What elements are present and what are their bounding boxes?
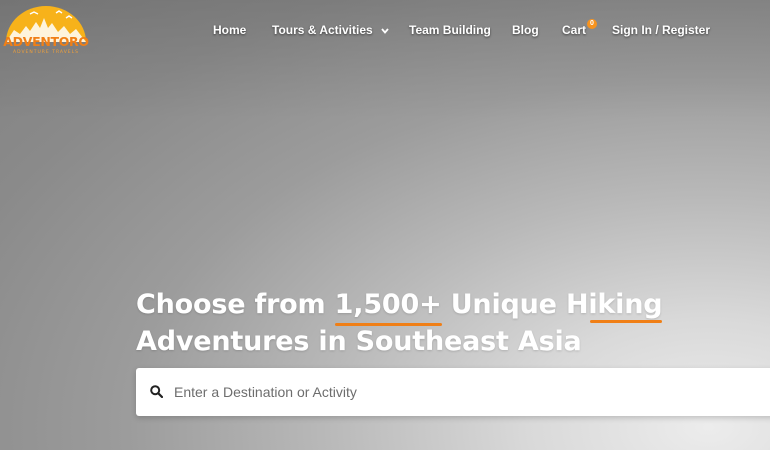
nav-tours-label: Tours & Activities	[272, 23, 373, 37]
nav-tours-activities[interactable]: Tours & Activities	[272, 22, 389, 38]
hero-headline: Choose from 1,500+ Unique Hiking Adventu…	[136, 286, 696, 360]
headline-hiking-text: iking	[588, 289, 663, 320]
headline-text-start: Choose from	[136, 289, 335, 320]
headline-highlight-hiking: iking	[588, 289, 663, 323]
logo-tagline: ADVENTURE TRAVELS	[13, 50, 79, 55]
site-logo[interactable]: ADVENTORO ADVENTURE TRAVELS	[0, 4, 96, 58]
nav-home[interactable]: Home	[213, 22, 246, 38]
search-icon[interactable]	[150, 385, 163, 398]
nav-sign-in-register[interactable]: Sign In / Register	[612, 22, 710, 38]
chevron-down-icon	[381, 28, 389, 34]
nav-blog[interactable]: Blog	[512, 22, 539, 38]
header-shade	[0, 0, 770, 120]
cart-count-badge: 0	[587, 19, 597, 29]
logo-wordmark: ADVENTORO	[3, 34, 89, 49]
headline-highlight-count: 1,500+	[334, 286, 442, 326]
search-input[interactable]	[174, 368, 754, 416]
headline-line-2: Adventures in Southeast Asia	[136, 326, 582, 357]
headline-underline	[590, 320, 663, 323]
search-bar	[136, 368, 770, 416]
headline-text-mid: Unique H	[441, 289, 589, 320]
nav-cart[interactable]: Cart	[562, 22, 586, 38]
nav-team-building[interactable]: Team Building	[409, 22, 491, 38]
